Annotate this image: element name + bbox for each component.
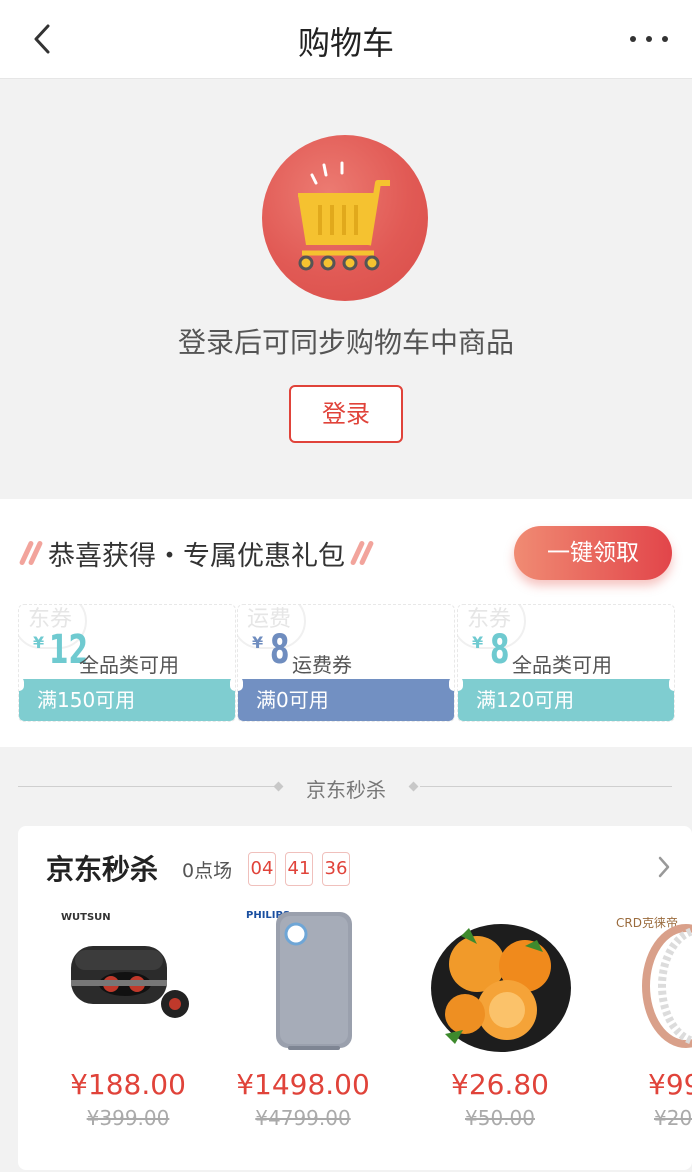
login-button[interactable]: 登录: [289, 385, 403, 443]
slash-decoration-icon: [18, 538, 44, 568]
coupon-desc: 全品类可用: [79, 653, 179, 677]
coupon-header: 恭喜获得・专属优惠礼包: [18, 533, 375, 573]
timer-hours: 04: [248, 852, 276, 886]
header-bar: 购物车: [0, 0, 692, 79]
login-tip-text: 登录后可同步购物车中商品: [177, 326, 514, 359]
product-original-price: ¥50.00: [465, 1106, 535, 1130]
shopping-cart-icon: [262, 135, 428, 301]
coupon-title: 恭喜获得・专属优惠礼包: [48, 540, 345, 572]
product-original-price: ¥2048: [654, 1106, 692, 1130]
seckill-session: 0点场: [182, 860, 233, 882]
section-divider: 京东秒杀: [0, 748, 692, 826]
product-card[interactable]: CRD克徕帝 ¥999 ¥2048: [590, 906, 692, 1156]
currency-symbol: ¥: [472, 633, 484, 652]
coupon-amount: 8: [270, 627, 290, 673]
product-card[interactable]: PHILIPS ¥1498.00 ¥4799.00: [218, 906, 388, 1156]
login-prompt: 登录后可同步购物车中商品 登录: [0, 79, 692, 497]
coupon-condition: 满0可用: [238, 679, 454, 721]
divider-label: 京东秒杀: [306, 778, 386, 802]
seckill-section: 京东秒杀 0点场 04 41 36 WUTSUN ¥188.00 ¥399.00…: [18, 826, 692, 1170]
coupon-package: 恭喜获得・专属优惠礼包 一键领取 东券 ¥ 12 全品类可用 满150可用 运费…: [0, 499, 692, 747]
product-price: ¥1498.00: [236, 1068, 370, 1101]
coupon-condition: 满120可用: [458, 679, 674, 721]
coupon-desc: 运费券: [292, 653, 352, 677]
product-card[interactable]: WUTSUN ¥188.00 ¥399.00: [43, 906, 213, 1156]
coupon-card[interactable]: 运费 ¥ 8 运费券 满0可用: [237, 604, 455, 722]
coupon-condition: 满150可用: [19, 679, 235, 721]
product-price: ¥999: [648, 1068, 692, 1101]
coupon-card[interactable]: 东券 ¥ 8 全品类可用 满120可用: [457, 604, 675, 722]
currency-symbol: ¥: [252, 633, 264, 652]
page-title: 购物车: [297, 24, 394, 62]
product-card[interactable]: ¥26.80 ¥50.00: [415, 906, 585, 1156]
earbuds-icon: [71, 946, 189, 1018]
seckill-title: 京东秒杀: [46, 853, 159, 886]
air-purifier-icon: [276, 912, 352, 1050]
product-original-price: ¥4799.00: [255, 1106, 351, 1130]
timer-seconds: 36: [322, 852, 350, 886]
more-icon[interactable]: [628, 28, 670, 48]
coupon-desc: 全品类可用: [512, 653, 612, 677]
currency-symbol: ¥: [33, 633, 45, 652]
coupon-amount: 8: [490, 627, 510, 673]
coupon-card[interactable]: 东券 ¥ 12 全品类可用 满150可用: [18, 604, 236, 722]
product-original-price: ¥399.00: [86, 1106, 170, 1130]
ring-icon: [642, 924, 692, 1048]
chevron-right-icon[interactable]: [656, 854, 672, 880]
claim-all-button[interactable]: 一键领取: [514, 526, 672, 580]
product-price: ¥188.00: [70, 1068, 186, 1101]
oranges-icon: [431, 924, 571, 1052]
slash-decoration-icon: [349, 538, 375, 568]
timer-minutes: 41: [285, 852, 313, 886]
product-price: ¥26.80: [451, 1068, 549, 1101]
